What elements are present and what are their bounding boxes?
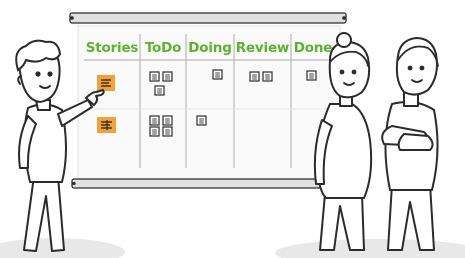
task-card-icon: [249, 71, 260, 82]
column-header-todo: ToDo: [144, 40, 182, 56]
task-card-icon: [306, 70, 317, 81]
story-card-icon: [97, 75, 115, 91]
task-card-icon: [149, 126, 160, 137]
task-card-icon: [262, 71, 273, 82]
task-card-icon: [149, 115, 160, 126]
task-card-icon: [162, 115, 173, 126]
task-card-icon: [162, 71, 173, 82]
task-card-icon: [162, 126, 173, 137]
task-card-icon: [149, 71, 160, 82]
task-card-icon: [196, 115, 207, 126]
story-card-icon: [97, 117, 116, 133]
column-header-review: Review: [235, 40, 290, 56]
column-header-doing: Doing: [188, 40, 232, 56]
task-card-icon: [154, 85, 165, 96]
board-bottom-rail: [71, 178, 347, 189]
board-top-rail: [69, 12, 347, 24]
task-card-icon: [212, 69, 223, 80]
column-header-stories: Stories: [85, 40, 139, 56]
ground-shadow-right: [275, 239, 465, 258]
column-header-done: Done: [293, 40, 333, 56]
